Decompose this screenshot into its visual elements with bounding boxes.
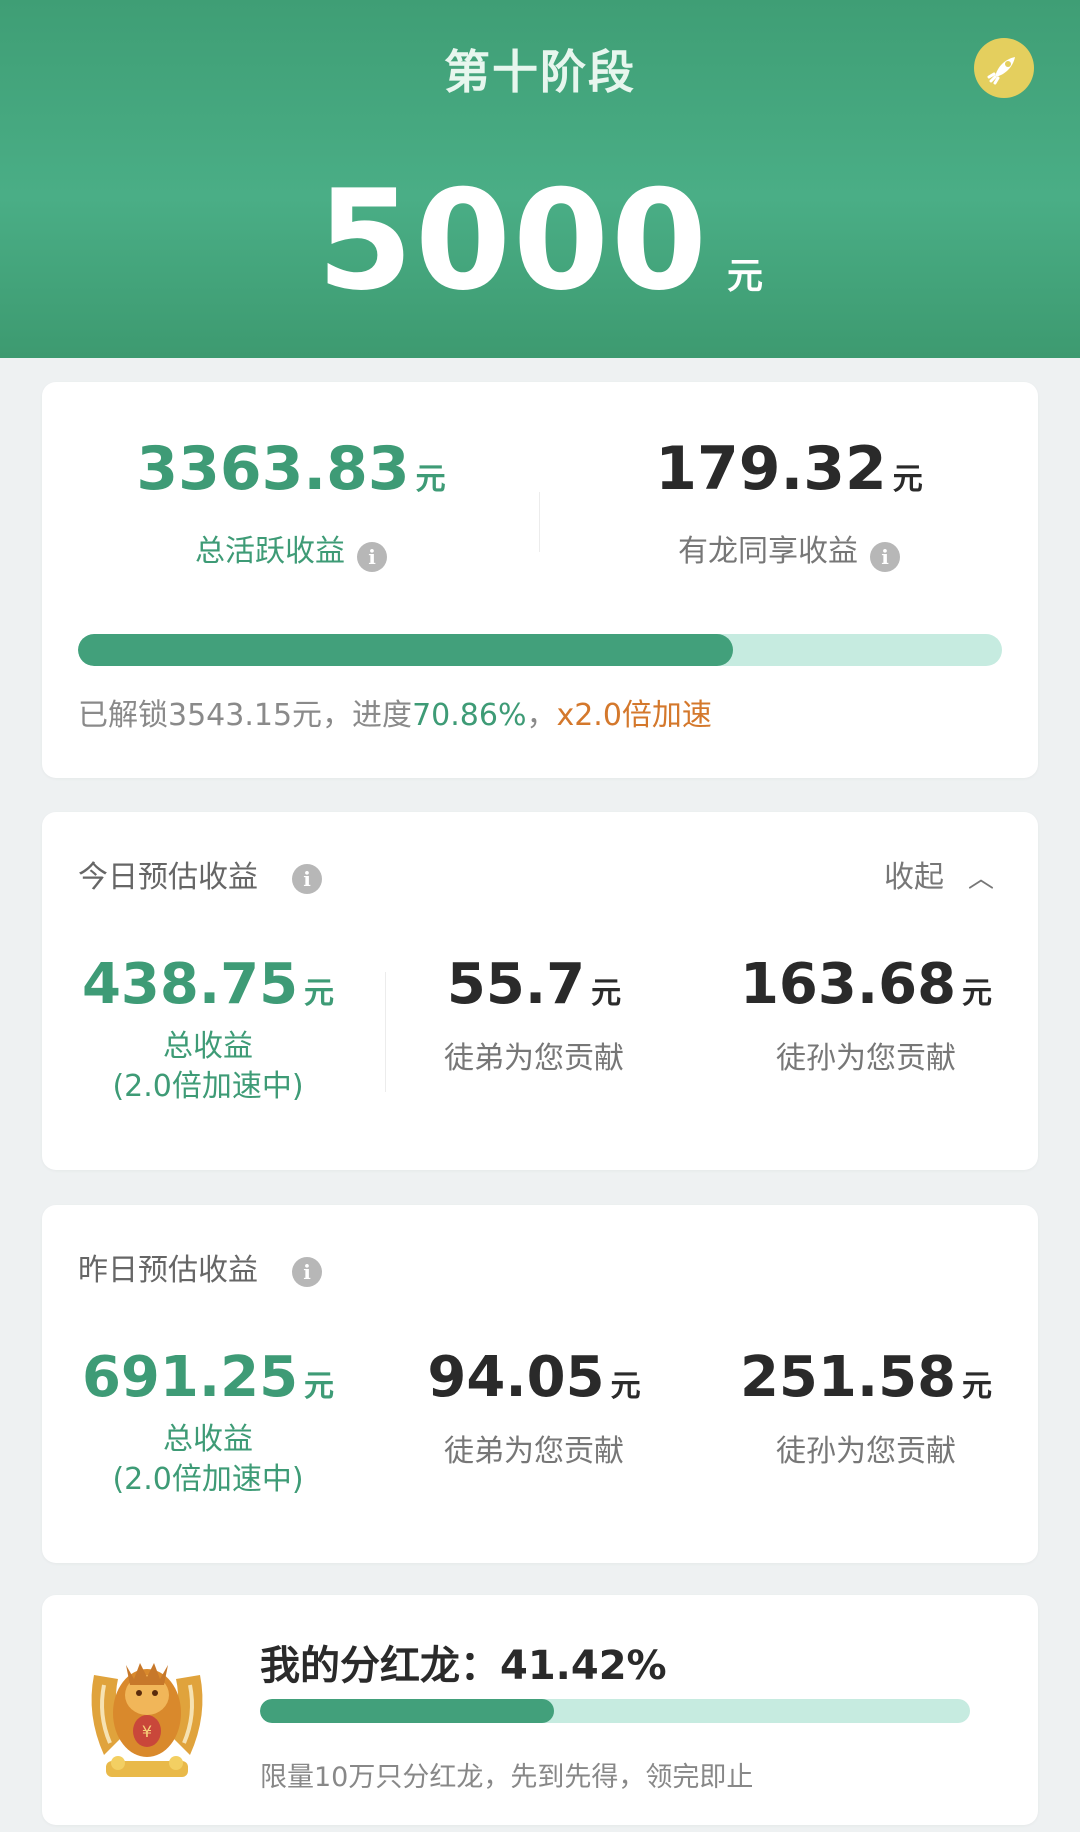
yesterday-disciple-label: 徒弟为您贡献 [444,1434,624,1469]
yesterday-total-label: 总收益 [163,1422,253,1457]
today-grand-unit: 元 [962,976,993,1011]
yesterday-card: 昨日预估收益 i 691.25 元 总收益 (2.0倍加速中) 94.05 元 徒弟为… [42,1205,1038,1563]
today-total-label: 总收益 [163,1029,253,1064]
rocket-button[interactable] [974,38,1034,98]
shared-earnings: 179.32 元 有龙同享收益 i [540,434,1038,572]
today-disciple: 55.7 元 徒弟为您贡献 [374,952,694,1077]
today-total: 438.75 元 总收益 (2.0倍加速中) [42,952,374,1107]
today-disciple-amount: 55.7 [446,952,586,1017]
today-title-text: 今日预估收益 [78,860,258,895]
today-grand-label: 徒孙为您贡献 [776,1041,956,1076]
stage-amount-value: 5000 [316,160,710,321]
collapse-button[interactable]: 收起 ︿ [884,852,994,896]
active-earnings-unit: 元 [415,462,446,497]
progress-percent: 70.86% [412,698,527,733]
today-grand: 163.68 元 徒孙为您贡献 [694,952,1038,1077]
today-title: 今日预估收益 i [78,852,322,896]
progress-sep2: ， [526,698,557,733]
today-disciple-label: 徒弟为您贡献 [444,1041,624,1076]
yesterday-grand-unit: 元 [962,1369,993,1404]
shared-earnings-unit: 元 [892,462,923,497]
yesterday-title: 昨日预估收益 i [78,1245,322,1289]
stage-amount-unit: 元 [727,256,764,297]
dividend-progress-fill [260,1699,555,1723]
dividend-note: 限量10万只分红龙，先到先得，领完即止 [260,1762,754,1793]
unlock-amount: 3543.15元 [168,698,323,733]
summary-card: 3363.83 元 总活跃收益 i 179.32 元 有龙同享收益 i 已解锁3543.… [42,382,1038,778]
dividend-label: 我的分红龙： [260,1643,500,1689]
chevron-up-icon: ︿ [967,864,994,894]
unlock-progress-bar [78,634,1002,666]
stage-title: 第十阶段 [444,45,636,99]
active-earnings-label: 总活跃收益 [195,534,345,569]
progress-text: 已解锁3543.15元，进度70.86%，x2.0倍加速 [78,690,712,734]
yesterday-disciple-amount: 94.05 [427,1345,605,1410]
dividend-card[interactable]: ¥ 我的分红龙：41.42% 限量10万只分红龙，先到先得，领完即止 [42,1595,1038,1825]
header: 第十阶段 5000 元 [0,0,1080,358]
yesterday-grand-label: 徒孙为您贡献 [776,1434,956,1469]
progress-sep: ，进度 [322,698,413,733]
today-total-sub: (2.0倍加速中) [112,1069,304,1104]
collapse-label: 收起 [883,860,944,895]
info-icon[interactable]: i [292,1256,322,1287]
yesterday-total: 691.25 元 总收益 (2.0倍加速中) [42,1345,374,1500]
active-earnings: 3363.83 元 总活跃收益 i [42,434,540,572]
rocket-icon [987,57,1015,85]
svg-text:¥: ¥ [142,1722,152,1741]
dividend-percent: 41.42% [500,1643,667,1689]
shared-earnings-label: 有龙同享收益 [678,534,858,569]
dragon-icon: ¥ [84,1635,210,1785]
info-icon[interactable]: i [870,541,900,572]
active-earnings-amount: 3363.83 [136,434,410,504]
boost-badge: x2.0倍加速 [556,698,712,733]
stage-amount: 5000 元 [0,160,1080,321]
dividend-progress-bar [260,1699,970,1723]
dividend-title: 我的分红龙：41.42% [260,1633,667,1691]
today-total-amount: 438.75 [81,952,299,1017]
info-icon[interactable]: i [357,541,387,572]
shared-earnings-amount: 179.32 [655,434,887,504]
yesterday-title-text: 昨日预估收益 [78,1253,258,1288]
yesterday-total-amount: 691.25 [81,1345,299,1410]
yesterday-total-sub: (2.0倍加速中) [112,1462,304,1497]
yesterday-disciple-unit: 元 [610,1369,641,1404]
unlock-progress-fill [78,634,733,666]
info-icon[interactable]: i [292,863,322,894]
yesterday-disciple: 94.05 元 徒弟为您贡献 [374,1345,694,1470]
today-card: 今日预估收益 i 收起 ︿ 438.75 元 总收益 (2.0倍加速中) 55.7 元 … [42,812,1038,1170]
yesterday-total-unit: 元 [304,1369,335,1404]
yesterday-grand: 251.58 元 徒孙为您贡献 [694,1345,1038,1470]
today-disciple-unit: 元 [591,976,622,1011]
yesterday-grand-amount: 251.58 [739,1345,957,1410]
today-grand-amount: 163.68 [739,952,957,1017]
today-total-unit: 元 [304,976,335,1011]
unlock-prefix: 已解锁 [78,698,168,733]
